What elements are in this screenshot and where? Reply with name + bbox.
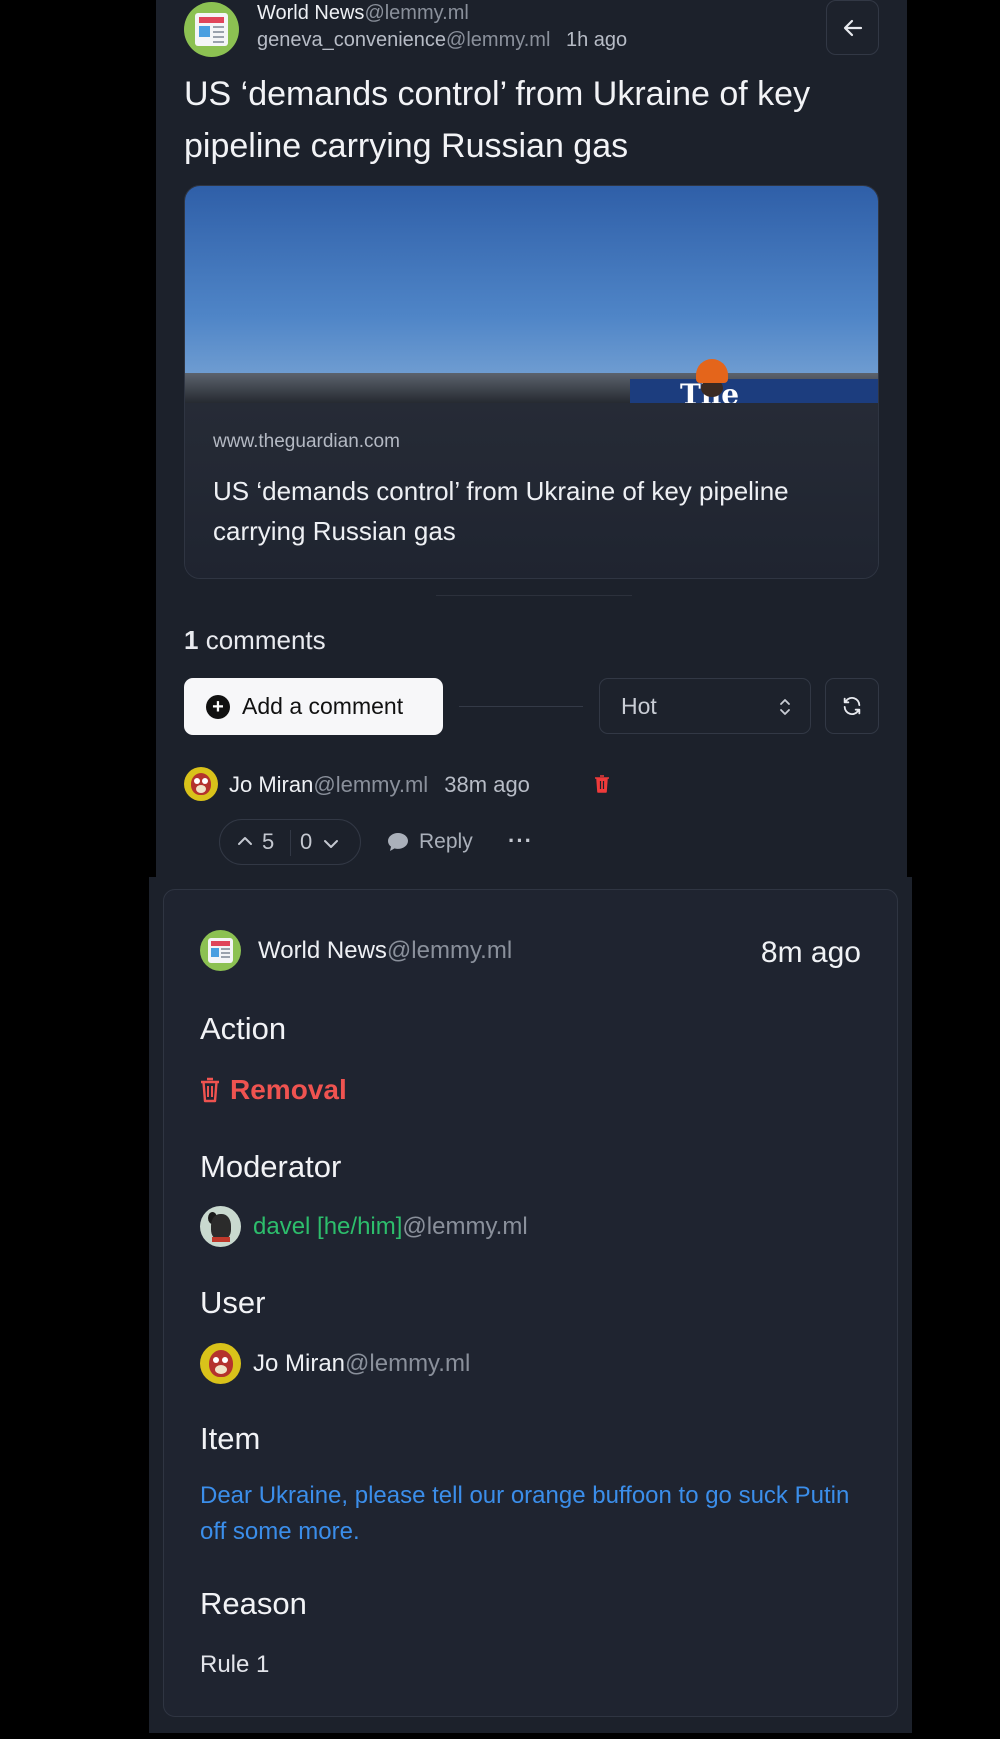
user-avatar[interactable] — [200, 1343, 241, 1384]
action-value: Removal — [200, 1074, 347, 1106]
chevron-updown-icon — [780, 699, 790, 715]
community-link[interactable]: World News@lemmy.ml — [257, 2, 469, 25]
chevron-down-icon[interactable] — [323, 836, 339, 852]
modlog-time: 8m ago — [760, 936, 861, 969]
community-avatar-icon[interactable] — [200, 930, 241, 971]
action-heading: Action — [200, 1011, 287, 1046]
comments-count-number: 1 — [184, 625, 199, 655]
community-avatar-icon[interactable] — [184, 2, 239, 57]
comment-header: Jo Miran@lemmy.ml 38m ago — [184, 767, 784, 803]
item-link[interactable]: Dear Ukraine, please tell our orange buf… — [200, 1478, 880, 1550]
user-instance: @lemmy.ml — [345, 1349, 471, 1377]
comments-count-label: comments — [205, 625, 326, 655]
modlog-panel: World News@lemmy.ml 8m ago Action Remova… — [149, 877, 912, 1733]
back-button[interactable] — [826, 0, 879, 55]
reason-heading: Reason — [200, 1586, 307, 1621]
refresh-button[interactable] — [825, 678, 879, 734]
divider — [436, 595, 632, 596]
community-instance: @lemmy.ml — [364, 2, 469, 24]
reply-label: Reply — [419, 830, 473, 853]
user-heading: User — [200, 1285, 266, 1320]
speech-bubble-icon — [388, 833, 408, 851]
post-title[interactable]: US ‘demands control’ from Ukraine of key… — [184, 68, 874, 172]
moderator-instance: @lemmy.ml — [402, 1212, 528, 1240]
post-header: World News@lemmy.ml geneva_convenience@l… — [184, 0, 879, 60]
divider — [290, 830, 291, 856]
moderator-heading: Moderator — [200, 1149, 342, 1184]
comment-author-avatar[interactable] — [184, 767, 218, 801]
moderator-avatar[interactable] — [200, 1206, 241, 1247]
modlog-card: World News@lemmy.ml 8m ago Action Remova… — [163, 889, 898, 1717]
link-preview-card[interactable]: The www.theguardian.com US ‘demands cont… — [184, 185, 879, 579]
modlog-community: World News@lemmy.ml — [200, 930, 800, 972]
sort-select-value: Hot — [621, 692, 657, 719]
user-name[interactable]: Jo Miran — [253, 1350, 345, 1378]
reply-button[interactable]: Reply — [387, 830, 473, 854]
reason-value: Rule 1 — [200, 1651, 270, 1678]
upvote-count: 5 — [262, 829, 275, 854]
sort-select[interactable]: Hot — [599, 678, 811, 734]
plus-circle-icon: + — [206, 694, 230, 719]
link-preview-image[interactable]: The — [185, 186, 878, 403]
link-domain: www.theguardian.com — [213, 431, 400, 452]
back-arrow-icon — [843, 19, 862, 36]
chevron-up-icon[interactable] — [237, 833, 253, 849]
item-heading: Item — [200, 1421, 261, 1456]
moderator-name[interactable]: davel [he/him] — [253, 1213, 402, 1241]
comment-author: Jo Miran@lemmy.ml 38m ago — [229, 772, 530, 798]
add-comment-button[interactable]: + Add a comment — [184, 678, 443, 735]
link-title[interactable]: US ‘demands control’ from Ukraine of key… — [213, 471, 833, 551]
moderator-row: davel [he/him] @lemmy.ml — [200, 1206, 528, 1247]
action-value-label: Removal — [230, 1074, 347, 1105]
divider — [459, 706, 583, 707]
post-author-name[interactable]: geneva_convenience — [257, 29, 446, 51]
post-author-instance: @lemmy.ml — [446, 29, 551, 51]
comment-author-name[interactable]: Jo Miran — [229, 772, 313, 797]
modlog-community-instance: @lemmy.ml — [386, 937, 513, 964]
trash-icon — [595, 775, 609, 793]
post-author-line: geneva_convenience@lemmy.ml 1h ago — [257, 29, 627, 52]
trash-icon — [201, 1077, 219, 1103]
add-comment-label: Add a comment — [242, 693, 404, 719]
link-preview-body: www.theguardian.com US ‘demands control’… — [185, 403, 878, 578]
post-panel: World News@lemmy.ml geneva_convenience@l… — [156, 0, 907, 877]
user-row: Jo Miran @lemmy.ml — [200, 1343, 470, 1384]
comments-count: 1 comments — [184, 625, 326, 656]
downvote-count: 0 — [300, 829, 313, 854]
refresh-icon — [843, 697, 861, 715]
comment-age: 38m ago — [444, 772, 530, 797]
modlog-community-name[interactable]: World News — [258, 937, 387, 964]
ellipsis-icon[interactable]: ··· — [508, 828, 533, 854]
post-age: 1h ago — [565, 29, 628, 51]
comment-author-instance: @lemmy.ml — [313, 772, 429, 797]
community-name[interactable]: World News — [257, 2, 364, 24]
vote-control: 5 0 — [219, 819, 361, 865]
